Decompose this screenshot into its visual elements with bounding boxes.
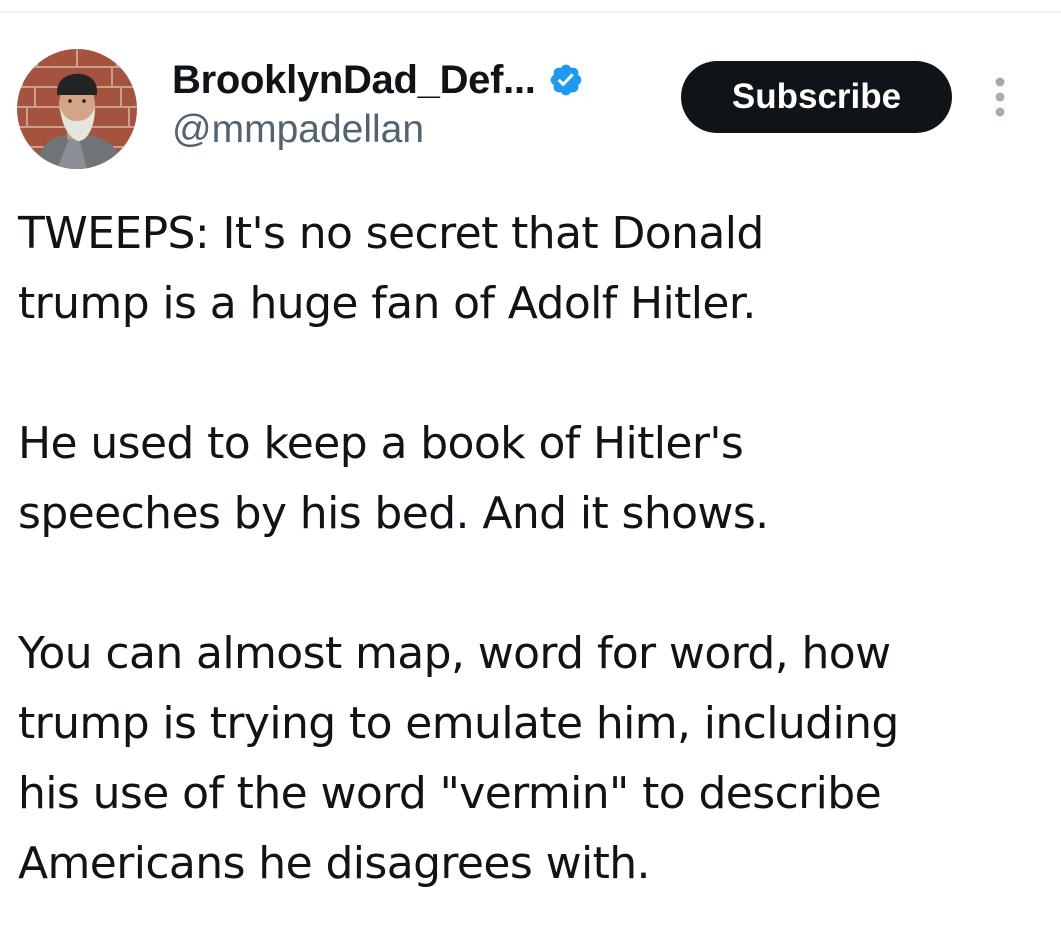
verified-badge-icon[interactable] — [548, 62, 584, 98]
tweet-paragraph: He used to keep a book of Hitler's speec… — [18, 418, 769, 539]
tweet-paragraph: You can almost map, word for word, how t… — [18, 628, 899, 889]
tweet-paragraph: TWEEPS: It's no secret that Donald trump… — [18, 208, 764, 329]
top-divider — [0, 11, 1061, 13]
avatar-image — [17, 49, 137, 169]
avatar[interactable] — [17, 49, 137, 169]
tweet-text: TWEEPS: It's no secret that Donald trump… — [18, 199, 1048, 899]
subscribe-button[interactable]: Subscribe — [681, 61, 952, 133]
more-options-icon[interactable] — [988, 74, 1012, 120]
author-name-row: BrooklynDad_Def... — [172, 52, 584, 108]
author-handle[interactable]: @mmpadellan — [172, 108, 424, 152]
author-display-name[interactable]: BrooklynDad_Def... — [172, 58, 536, 103]
